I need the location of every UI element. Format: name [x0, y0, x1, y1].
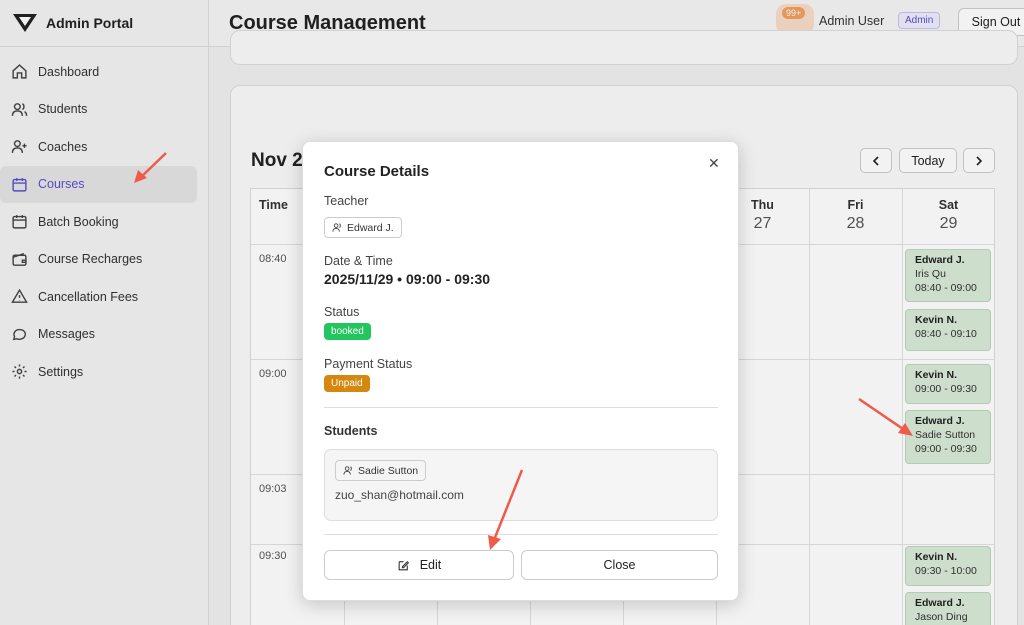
teacher-name: Edward J.	[347, 221, 394, 234]
teacher-chip: Edward J.	[324, 217, 402, 238]
student-name: Sadie Sutton	[358, 464, 419, 477]
edit-label: Edit	[419, 558, 442, 572]
close-button[interactable]: Close	[521, 550, 718, 580]
close-icon[interactable]: ✕	[708, 155, 720, 172]
edit-button[interactable]: Edit	[324, 550, 514, 580]
status-label: Status	[324, 305, 360, 319]
teacher-label: Teacher	[324, 194, 369, 208]
users-icon	[332, 223, 341, 232]
datetime-value: 2025/11/29 • 09:00 - 09:30	[324, 271, 491, 287]
status-badge: booked	[324, 323, 371, 340]
course-details-modal: Course Details ✕ Teacher Edward J. Date …	[302, 141, 739, 601]
students-list: Sadie Sutton zuo_shan@hotmail.com	[324, 449, 718, 521]
modal-title: Course Details	[324, 163, 430, 180]
students-label: Students	[324, 424, 378, 438]
datetime-label: Date & Time	[324, 254, 393, 268]
edit-icon	[398, 560, 409, 570]
payment-status-label: Payment Status	[324, 357, 413, 371]
divider	[324, 407, 718, 408]
student-email: zuo_shan@hotmail.com	[335, 488, 464, 502]
payment-status-badge: Unpaid	[324, 375, 370, 392]
student-chip: Sadie Sutton	[335, 460, 427, 481]
divider	[324, 534, 718, 535]
users-icon	[343, 466, 352, 475]
